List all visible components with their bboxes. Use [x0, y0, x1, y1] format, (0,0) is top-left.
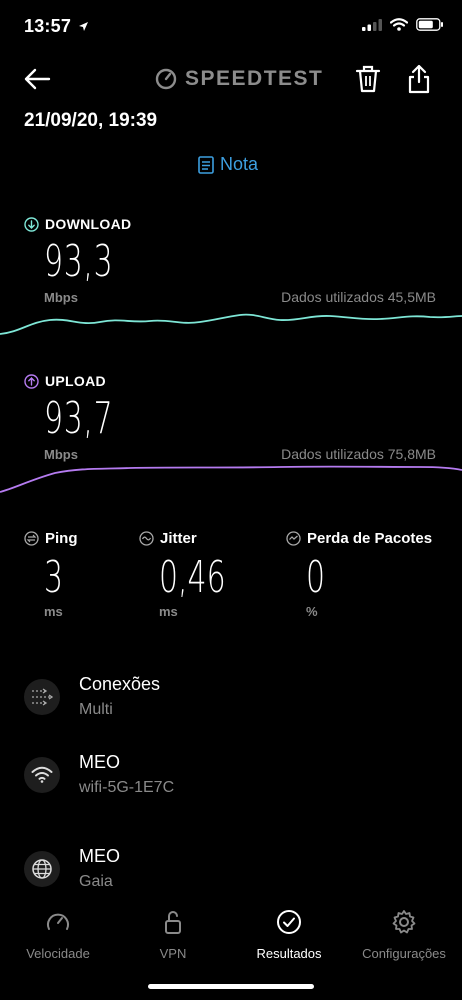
connections-title: Conexões	[79, 674, 161, 694]
result-date: 21/09/20, 19:39	[24, 110, 158, 131]
download-label: DOWNLOAD	[24, 216, 131, 232]
globe-icon	[24, 850, 60, 887]
upload-value: 93,7	[44, 393, 114, 444]
home-indicator	[148, 984, 314, 989]
back-button[interactable]	[22, 64, 58, 100]
download-data-used: Dados utilizados 45,5MB	[281, 289, 436, 305]
upload-graph	[0, 465, 462, 493]
nav-resultados[interactable]: Resultados	[234, 908, 344, 961]
arrow-left-icon	[24, 68, 51, 90]
server-row: MEO Gaia	[24, 846, 120, 891]
isp-title: MEO	[79, 752, 121, 772]
ping-icon	[24, 531, 39, 546]
server-location: Gaia	[79, 873, 113, 890]
upload-arrow-icon	[24, 373, 39, 389]
connections-row: Conexões Multi	[24, 674, 160, 719]
trash-icon	[355, 65, 381, 93]
wifi-icon	[24, 756, 60, 793]
packet-loss-icon	[286, 531, 301, 546]
check-circle-icon	[277, 910, 301, 934]
download-graph	[0, 313, 462, 335]
battery-icon	[416, 18, 443, 31]
bottom-nav: Velocidade VPN Resultados Configurações	[0, 900, 462, 970]
packet-loss-value: 0	[306, 552, 326, 603]
ping-label: Ping	[45, 530, 78, 547]
nav-velocidade[interactable]: Velocidade	[3, 908, 113, 961]
cellular-signal-icon	[362, 18, 382, 31]
wifi-network-name: wifi-5G-1E7C	[79, 779, 175, 796]
packet-loss-metric: Perda de Pacotes	[286, 530, 432, 547]
delete-button[interactable]	[355, 64, 385, 98]
nav-vpn[interactable]: VPN	[118, 908, 228, 961]
connections-value: Multi	[79, 701, 113, 718]
ping-metric: Ping	[24, 530, 78, 547]
speedometer-icon	[47, 913, 69, 930]
location-icon	[79, 22, 89, 31]
jitter-unit: ms	[159, 604, 178, 619]
jitter-value: 0,46	[159, 552, 226, 603]
connections-icon	[24, 678, 60, 715]
download-arrow-icon	[24, 216, 39, 232]
ping-unit: ms	[44, 604, 63, 619]
status-icons	[362, 18, 444, 31]
upload-label: UPLOAD	[24, 373, 106, 389]
share-button[interactable]	[406, 64, 436, 98]
share-icon	[408, 64, 430, 94]
server-provider: MEO	[79, 846, 121, 866]
jitter-label: Jitter	[160, 530, 197, 547]
packet-loss-unit: %	[306, 604, 318, 619]
status-time: 13:57	[24, 16, 89, 37]
wifi-network-row: MEO wifi-5G-1E7C	[24, 752, 174, 797]
ping-value: 3	[44, 552, 64, 603]
gear-icon	[392, 910, 416, 934]
jitter-icon	[139, 531, 154, 546]
note-icon	[198, 155, 214, 174]
download-unit: Mbps	[44, 290, 78, 305]
jitter-metric: Jitter	[139, 530, 197, 547]
packet-loss-label: Perda de Pacotes	[307, 530, 433, 547]
lock-icon	[165, 911, 181, 934]
speedometer-logo-icon	[155, 68, 177, 90]
nav-configuracoes[interactable]: Configurações	[349, 908, 459, 961]
speedtest-logo: SPEEDTEST	[155, 67, 323, 91]
wifi-status-icon	[390, 18, 408, 31]
download-value: 93,3	[44, 236, 114, 287]
note-button[interactable]: Nota	[198, 154, 258, 175]
